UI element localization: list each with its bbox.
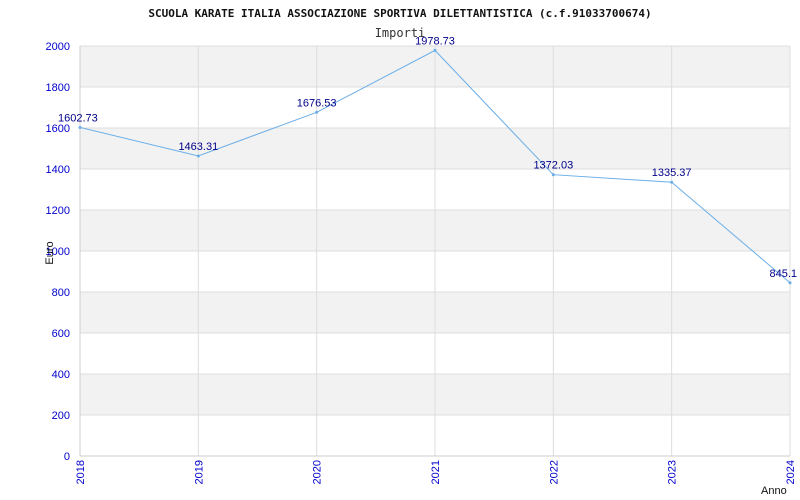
x-tick-label: 2018: [75, 460, 87, 484]
x-tick-label: 2019: [193, 460, 205, 484]
y-tick-label: 800: [52, 287, 70, 299]
y-axis-label: Euro: [44, 241, 56, 264]
y-tick-label: 1800: [46, 82, 70, 94]
x-tick-label: 2021: [430, 460, 442, 484]
data-point: [670, 180, 674, 184]
y-tick-label: 1600: [46, 123, 70, 135]
chart-title: SCUOLA KARATE ITALIA ASSOCIAZIONE SPORTI…: [148, 7, 651, 20]
data-point: [315, 110, 319, 114]
data-point: [433, 48, 437, 52]
x-tick-label: 2024: [785, 460, 797, 484]
y-tick-label: 600: [52, 328, 70, 340]
y-tick-label: 400: [52, 369, 70, 381]
data-label: 845.1: [769, 268, 797, 280]
data-label: 1335.37: [652, 167, 692, 179]
data-point: [78, 125, 82, 129]
data-label: 1676.53: [297, 97, 337, 109]
data-point: [551, 173, 555, 177]
data-label: 1463.31: [178, 141, 218, 153]
data-label: 1602.73: [58, 112, 98, 124]
data-point: [196, 154, 200, 158]
y-tick-label: 1200: [46, 205, 70, 217]
y-tick-label: 1400: [46, 164, 70, 176]
line-chart: SCUOLA KARATE ITALIA ASSOCIAZIONE SPORTI…: [44, 7, 797, 497]
data-label: 1978.73: [415, 35, 455, 47]
x-tick-label: 2023: [667, 460, 679, 484]
x-axis-label: Anno: [761, 485, 787, 497]
x-tick-label: 2020: [312, 460, 324, 484]
x-tick-labels: 2018 2019 2020 2021 2022 2023 2024: [75, 460, 797, 484]
y-tick-label: 0: [64, 451, 70, 463]
data-point: [788, 281, 792, 285]
data-label: 1372.03: [533, 160, 573, 172]
y-tick-label: 200: [52, 410, 70, 422]
x-tick-label: 2022: [548, 460, 560, 484]
y-tick-label: 2000: [46, 41, 70, 53]
